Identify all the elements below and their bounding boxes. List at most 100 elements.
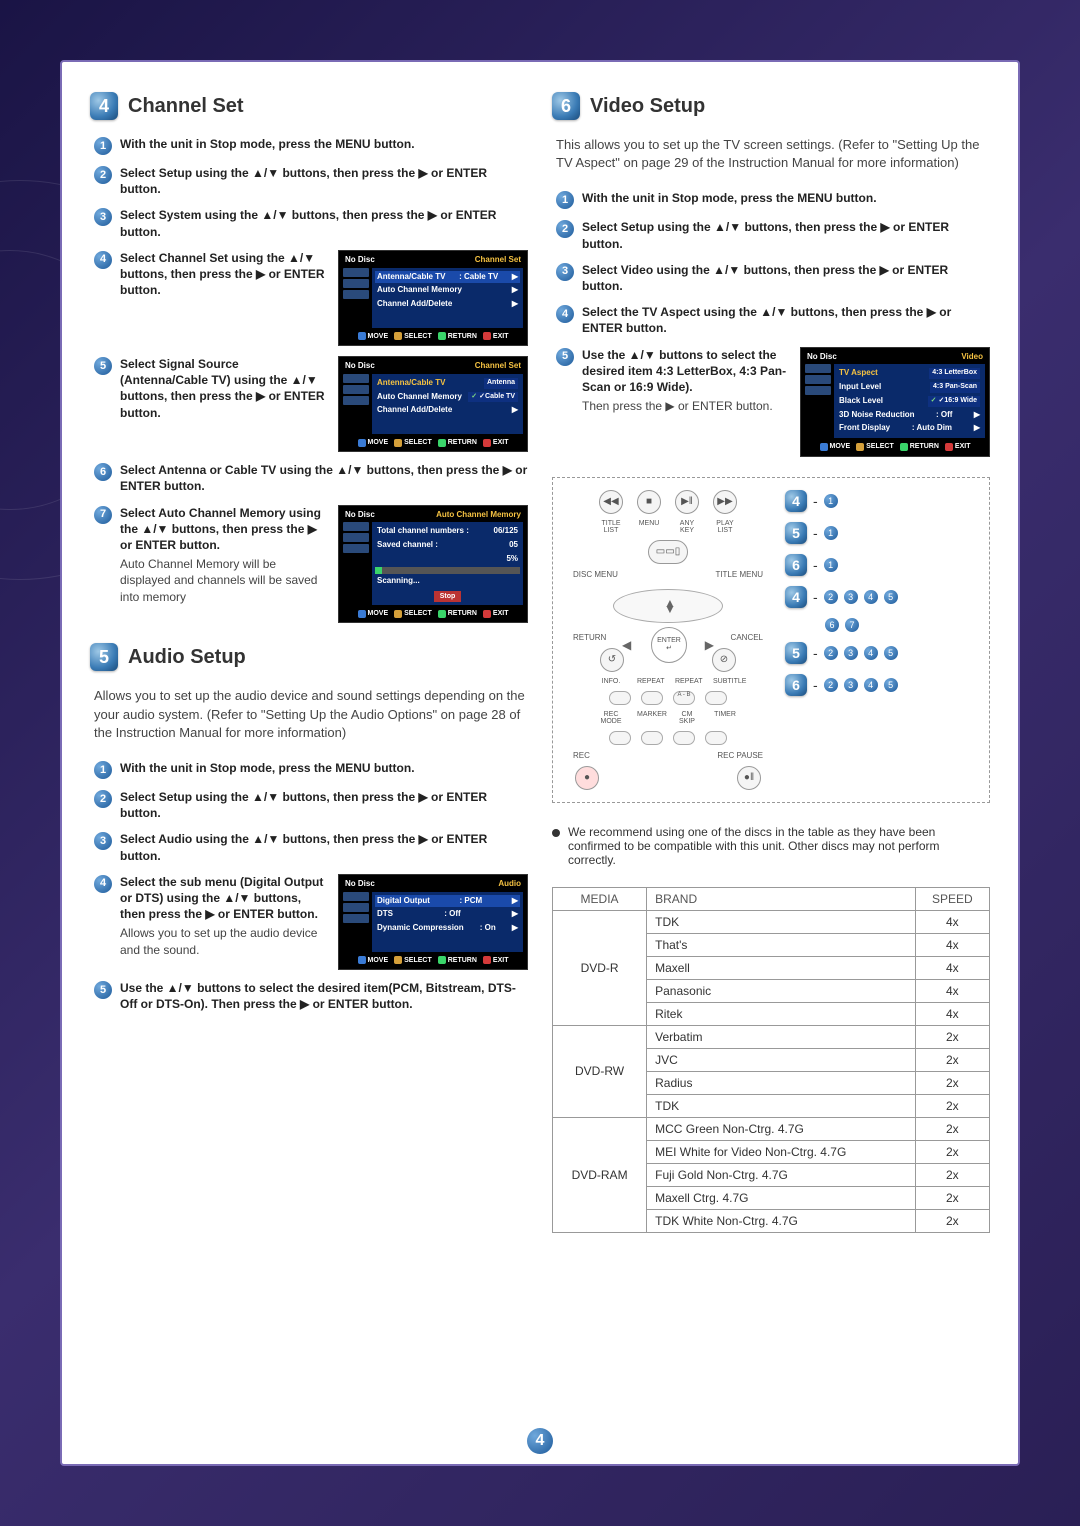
remote-label: REC [573, 751, 590, 760]
cell-speed: 2x [915, 1117, 989, 1140]
osd-subtitle: Video [961, 352, 983, 363]
legend-badge: 6 [785, 554, 807, 576]
return-icon: ↺ [600, 648, 624, 672]
page-number: 4 [527, 1428, 553, 1454]
osd-val: : PCM [460, 896, 483, 907]
legend-mini: 3 [844, 646, 858, 660]
step-num: 2 [556, 220, 574, 238]
step-num: 4 [94, 251, 112, 269]
osd-row: Dynamic Compression [377, 923, 464, 934]
legend-dash: - [813, 677, 818, 693]
step-num: 3 [94, 208, 112, 226]
legend-badge: 4 [785, 490, 807, 512]
step-text: Select Signal Source (Antenna/Cable TV) … [120, 356, 328, 421]
remote-label: INFO. [599, 678, 623, 685]
legend-dash: - [813, 557, 818, 573]
heading-audio-setup: Audio Setup [128, 646, 246, 669]
step-text: Select Antenna or Cable TV using the ▲/▼… [120, 462, 528, 494]
legend-mini: 7 [845, 618, 859, 632]
progress-bar [375, 567, 520, 574]
remote-label: MARKER [637, 711, 661, 725]
osd-val: : Off [444, 909, 460, 920]
osd-title: No Disc [345, 361, 375, 372]
osd-title: No Disc [345, 879, 375, 890]
badge-6: 6 [552, 92, 580, 120]
step-text: Select Auto Channel Memory using the ▲/▼… [120, 506, 321, 552]
osd-opt: ✓16:9 Wide [928, 396, 980, 407]
osd-arrow: ▶ [512, 285, 518, 296]
osd-row: Channel Add/Delete [377, 405, 452, 416]
osd-arrow: ▶ [512, 896, 518, 907]
legend-line: 4-2345 [785, 586, 898, 608]
step-note: Auto Channel Memory will be displayed an… [120, 556, 328, 605]
ab-button: A - B [673, 691, 695, 705]
osd-arrow: ▶ [512, 909, 518, 920]
cell-brand: Verbatim [647, 1025, 915, 1048]
legend-line: 5-1 [785, 522, 898, 544]
small-button [641, 691, 663, 705]
dpad: ▲ ▼ ◀ ▶ ENTER↵ [613, 589, 723, 623]
cell-speed: 4x [915, 956, 989, 979]
osd-row: Antenna/Cable TV [377, 378, 445, 389]
th-speed: SPEED [915, 887, 989, 910]
step-num: 4 [94, 875, 112, 893]
legend-line: 4-1 [785, 490, 898, 512]
legend-mini: 2 [824, 646, 838, 660]
osd-foot: EXIT [493, 609, 509, 618]
step-num: 1 [556, 191, 574, 209]
legend-dash: - [813, 589, 818, 605]
play-pause-icon: ▶ǁ [675, 490, 699, 514]
step-num: 2 [94, 166, 112, 184]
osd-row: Channel Add/Delete [377, 299, 452, 310]
osd-subtitle: Auto Channel Memory [436, 510, 521, 521]
legend-badge: 5 [785, 522, 807, 544]
osd-foot: RETURN [448, 956, 477, 965]
cell-brand: Maxell [647, 956, 915, 979]
osd-foot: RETURN [448, 609, 477, 618]
table-row: DVD-RAMMCC Green Non-Ctrg. 4.7G2x [553, 1117, 990, 1140]
step-note: Then press the ▶ or ENTER button. [582, 398, 790, 414]
cell-speed: 2x [915, 1163, 989, 1186]
stop-icon: ■ [637, 490, 661, 514]
note-text: We recommend using one of the discs in t… [568, 825, 990, 867]
rewind-icon: ◀◀ [599, 490, 623, 514]
remote-legend: 4-15-16-14-2345675-23456-2345 [785, 490, 898, 696]
osd-label: Saved channel : [377, 540, 438, 551]
osd-channel-set-1: No DiscChannel Set Antenna/Cable TV: Cab… [338, 250, 528, 346]
osd-foot: MOVE [368, 438, 389, 447]
osd-opt: 4:3 Pan-Scan [930, 382, 980, 393]
cell-brand: Panasonic [647, 979, 915, 1002]
cell-brand: Fuji Gold Non-Ctrg. 4.7G [647, 1163, 915, 1186]
osd-val: : On [480, 923, 496, 934]
legend-line: 6-2345 [785, 674, 898, 696]
rec-icon: ● [575, 766, 599, 790]
step-text: With the unit in Stop mode, press the ME… [120, 760, 528, 779]
heading-channel-set: Channel Set [128, 95, 244, 118]
osd-arrow: ▶ [512, 299, 518, 310]
osd-foot: RETURN [448, 332, 477, 341]
remote-label: REC MODE [599, 711, 623, 725]
cell-speed: 2x [915, 1186, 989, 1209]
osd-channel-set-2: No DiscChannel Set Antenna/Cable TVAnten… [338, 356, 528, 452]
cell-brand: Maxell Ctrg. 4.7G [647, 1186, 915, 1209]
osd-subtitle: Audio [498, 879, 521, 890]
osd-foot: RETURN [910, 442, 939, 451]
osd-opt: ✓Cable TV [468, 392, 518, 403]
osd-arrow: ▶ [512, 923, 518, 934]
right-arrow-icon: ▶ [705, 638, 714, 652]
osd-subtitle: Channel Set [475, 255, 521, 266]
osd-opt: 4:3 LetterBox [929, 368, 980, 379]
remote-label: DISC MENU [573, 570, 618, 579]
osd-row: 3D Noise Reduction [839, 410, 915, 421]
osd-scan: Scanning... [377, 576, 420, 587]
disc-table: MEDIA BRAND SPEED DVD-RTDK4xThat's4xMaxe… [552, 887, 990, 1233]
heading-video-setup: Video Setup [590, 95, 705, 118]
remote-label: CANCEL [731, 633, 763, 642]
legend-mini: 3 [844, 590, 858, 604]
legend-mini: 5 [884, 646, 898, 660]
osd-audio: No DiscAudio Digital Output: PCM▶ DTS: O… [338, 874, 528, 970]
osd-foot: EXIT [493, 332, 509, 341]
step-text: Use the ▲/▼ buttons to select the desire… [582, 348, 786, 394]
step-text: Select Setup using the ▲/▼ buttons, then… [120, 165, 528, 197]
osd-val: 06/125 [494, 526, 518, 537]
